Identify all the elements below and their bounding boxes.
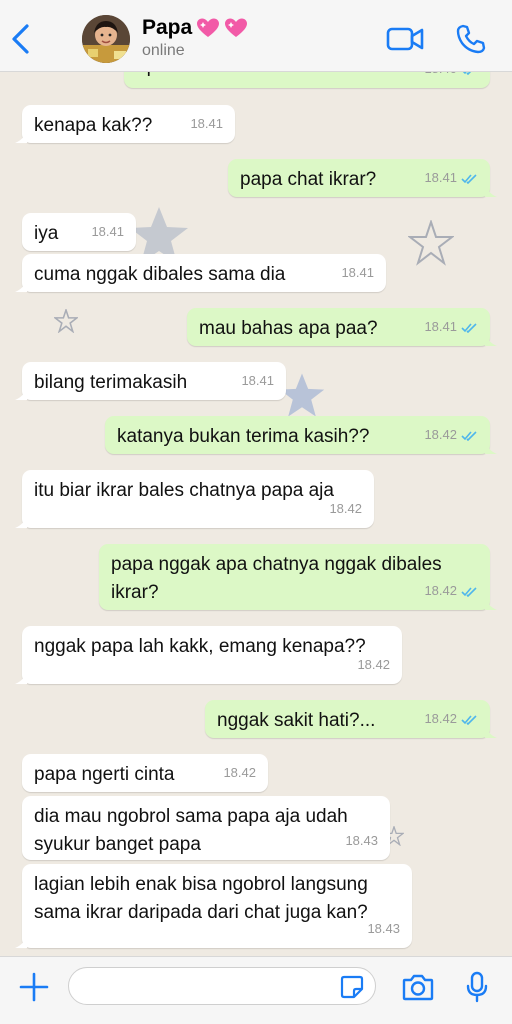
message-time: 18.41 [241,373,274,388]
read-double-tick-icon [461,173,477,184]
message-text: itu biar ikrar bales chatnya papa aja [34,480,334,501]
message-time: 18.41 [424,170,457,185]
message-text: nggak sakit hati?... [217,710,376,731]
sticker-icon[interactable] [340,975,364,999]
bubble-tail [485,332,497,346]
bubble-tail [15,514,27,528]
incoming-message[interactable]: itu biar ikrar bales chatnya papa aja 18… [15,470,374,528]
read-double-tick-icon [461,586,477,597]
incoming-message[interactable]: lagian lebih enak bisa ngobrol langsung … [15,864,412,948]
message-text: iya [34,223,59,244]
message-meta: 18.42 [223,759,256,787]
camera-icon[interactable] [402,973,434,1001]
chat-header: Papa 💗💗 online [0,0,512,72]
bubble-tail [15,670,27,684]
message-meta: 18.41 [424,164,478,192]
message-time: 18.42 [424,711,457,726]
message-time: 18.41 [190,116,223,131]
outgoing-message[interactable]: mau bahas apa paa? 18.41 [187,308,497,346]
message-time: 18.42 [357,657,390,672]
message-meta: 18.41 [241,367,274,395]
bubble-tail [485,183,497,197]
bubble-tail [15,278,27,292]
message-meta: 18.42 [424,577,478,605]
message-time: 18.42 [223,765,256,780]
message-text: mau bahas apa paa? [199,318,378,339]
microphone-icon[interactable] [466,971,488,1003]
phone-icon[interactable] [456,24,486,54]
message-text: papa chat ikrar? [240,169,377,190]
bubble-tail [485,724,497,738]
contact-info[interactable]: Papa 💗💗 online [142,16,248,60]
message-meta: 18.41 [424,313,478,341]
message-meta: 18.42 [424,705,478,733]
bubble-tail [485,440,497,454]
message-time: 18.41 [91,224,124,239]
incoming-message[interactable]: iya 18.41 [22,213,136,251]
sparkling-heart-icon [197,18,220,37]
message-input[interactable] [68,967,376,1005]
read-double-tick-icon [461,430,477,441]
message-time: 18.41 [424,319,457,334]
incoming-message[interactable]: papa ngerti cinta 18.42 [22,754,268,792]
outgoing-message[interactable]: katanya bukan terima kasih?? 18.42 [105,416,497,454]
message-meta: 18.43 [345,827,378,855]
message-text: cuma nggak dibales sama dia [34,264,286,285]
message-input-bar [0,956,512,1024]
message-meta: 18.41 [190,110,223,138]
message-meta: 18.41 [91,218,124,246]
outgoing-message[interactable]: nggak sakit hati?... 18.42 [205,700,497,738]
contact-name: Papa [142,16,193,39]
message-text: papa ngerti cinta [34,764,175,785]
plus-icon[interactable] [18,971,50,1003]
message-text: lagian lebih enak bisa ngobrol langsung … [34,874,368,923]
message-text: dia mau ngobrol sama papa aja udah syuku… [34,806,348,855]
message-time: 18.43 [345,833,378,848]
message-time: 18.43 [367,921,400,936]
bubble-tail [15,934,27,948]
message-time: 18.41 [341,265,374,280]
message-text: bilang terimakasih [34,372,188,393]
read-double-tick-icon [461,714,477,725]
sparkling-heart-icon [225,18,248,37]
bubble-tail [485,596,497,610]
read-double-tick-icon [461,322,477,333]
message-text: kenapa kak?? [34,115,153,136]
avatar-image [82,15,130,63]
message-text: nggak papa lah kakk, emang kenapa?? [34,636,366,657]
incoming-message[interactable]: nggak papa lah kakk, emang kenapa?? 18.4… [15,626,402,684]
video-camera-icon[interactable] [386,26,424,52]
contact-status: online [142,42,185,59]
incoming-message[interactable]: bilang terimakasih 18.41 [15,362,286,400]
outgoing-message[interactable]: papa chat ikrar? 18.41 [228,159,497,197]
incoming-message[interactable]: cuma nggak dibales sama dia 18.41 [15,254,386,292]
bubble-tail [15,129,27,143]
message-meta: 18.42 [424,421,478,449]
message-meta: 18.41 [341,259,374,287]
message-text: papa nggak apa chatnya nggak dibales ikr… [111,554,442,603]
incoming-message[interactable]: dia mau ngobrol sama papa aja udah syuku… [22,796,390,860]
avatar[interactable] [82,15,130,63]
message-meta: 18.42 [329,495,362,523]
message-time: 18.42 [329,501,362,516]
message-time: 18.42 [424,583,457,598]
message-text: katanya bukan terima kasih?? [117,426,370,447]
bubble-tail [15,386,27,400]
message-meta: 18.43 [367,915,400,943]
message-meta: 18.42 [357,651,390,679]
incoming-message[interactable]: kenapa kak?? 18.41 [15,105,235,143]
message-time: 18.42 [424,427,457,442]
chevron-left-icon[interactable] [8,22,34,56]
outgoing-message[interactable]: papa nggak apa chatnya nggak dibales ikr… [99,544,497,610]
message-list[interactable]: apa 18.40 kenapa kak?? 18.41 papa chat i… [0,0,512,1024]
